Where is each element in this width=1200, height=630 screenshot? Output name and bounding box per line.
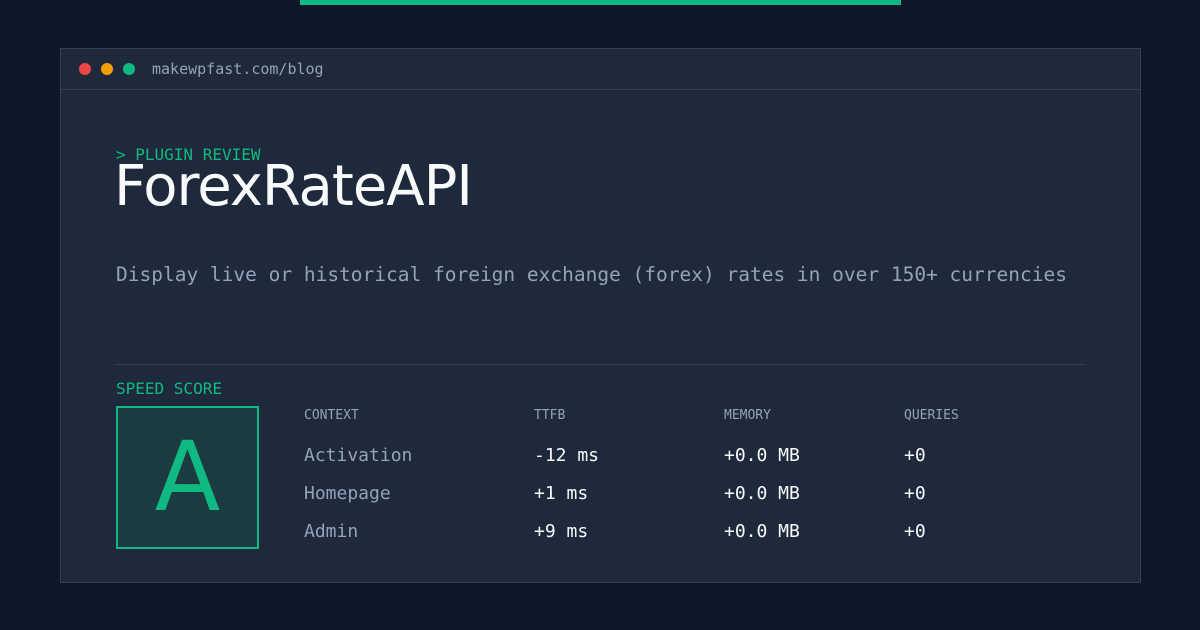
row-admin-memory: +0.0 MB bbox=[724, 521, 800, 542]
minimize-window-dot-icon[interactable] bbox=[101, 63, 113, 75]
row-activation-memory: +0.0 MB bbox=[724, 445, 800, 466]
speed-score-grade: A bbox=[154, 421, 221, 533]
section-divider bbox=[116, 364, 1085, 365]
row-admin-queries: +0 bbox=[904, 521, 926, 542]
speed-score-label: SPEED SCORE bbox=[116, 379, 222, 398]
close-window-dot-icon[interactable] bbox=[79, 63, 91, 75]
column-header-memory: MEMORY bbox=[724, 408, 771, 423]
row-admin-context: Admin bbox=[304, 521, 359, 542]
row-activation-queries: +0 bbox=[904, 445, 926, 466]
top-accent-bar bbox=[300, 0, 901, 5]
page: { "window": { "url": "makewpfast.com/blo… bbox=[0, 0, 1200, 630]
column-header-queries: QUERIES bbox=[904, 408, 959, 423]
window-url: makewpfast.com/blog bbox=[152, 60, 324, 78]
column-header-ttfb: TTFB bbox=[534, 408, 566, 423]
row-homepage-context: Homepage bbox=[304, 483, 391, 504]
row-admin-ttfb: +9 ms bbox=[534, 521, 589, 542]
column-header-context: CONTEXT bbox=[304, 408, 359, 423]
plugin-title: ForexRateAPI bbox=[114, 154, 473, 219]
speed-score-box: A bbox=[116, 406, 259, 549]
plugin-description: Display live or historical foreign excha… bbox=[116, 263, 1067, 286]
maximize-window-dot-icon[interactable] bbox=[123, 63, 135, 75]
row-homepage-ttfb: +1 ms bbox=[534, 483, 589, 504]
browser-window: makewpfast.com/blog > PLUGIN REVIEW Fore… bbox=[60, 48, 1141, 583]
row-homepage-memory: +0.0 MB bbox=[724, 483, 800, 504]
row-activation-context: Activation bbox=[304, 445, 413, 466]
window-titlebar: makewpfast.com/blog bbox=[61, 49, 1140, 90]
row-activation-ttfb: -12 ms bbox=[534, 445, 600, 466]
row-homepage-queries: +0 bbox=[904, 483, 926, 504]
